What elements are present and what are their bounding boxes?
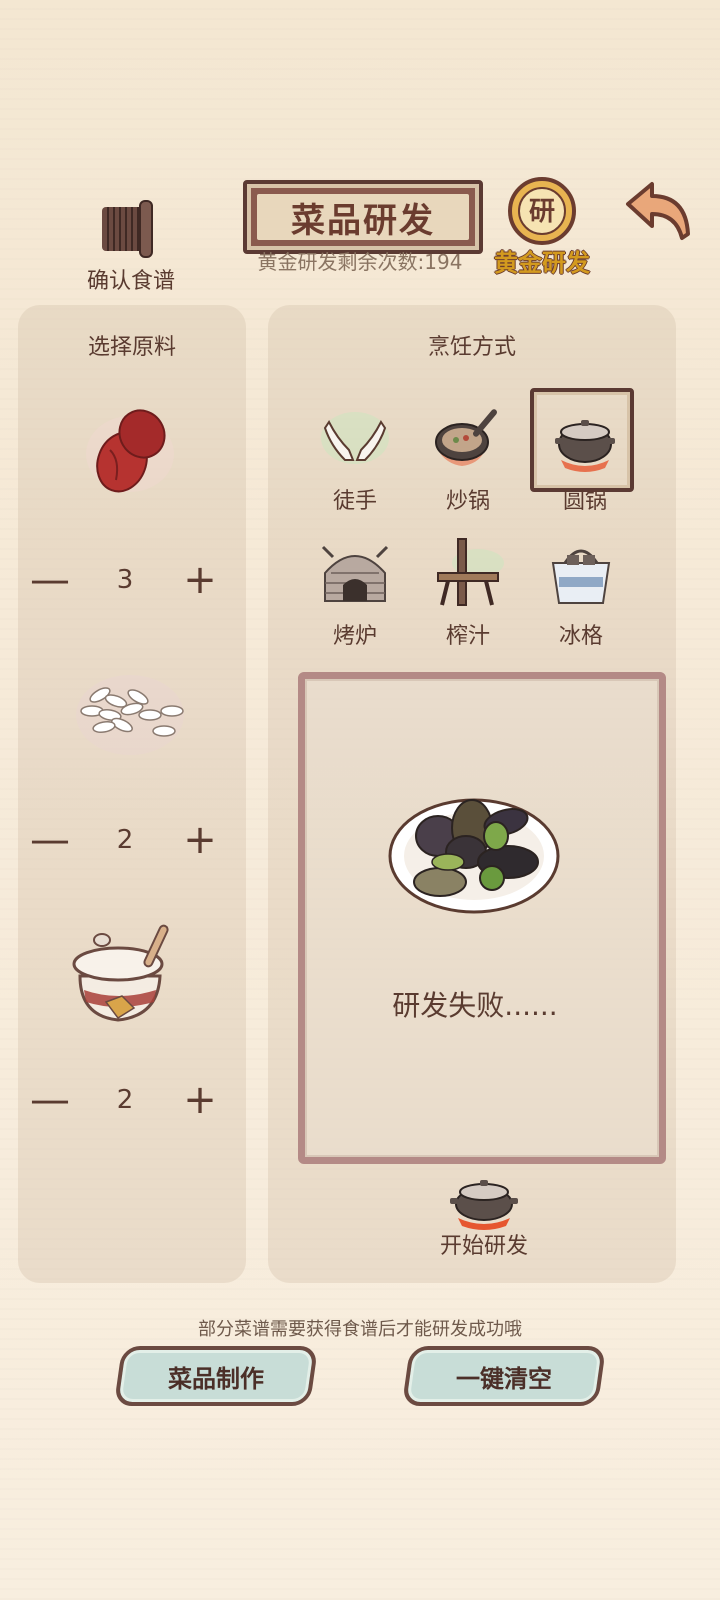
back-arrow-icon	[626, 182, 690, 240]
start-research-label: 开始研发	[439, 1234, 528, 1259]
quantity-value: 3	[116, 565, 134, 595]
hands-icon	[321, 412, 389, 464]
hint-text: 部分菜谱需要获得食谱后才能研发成功哦	[198, 1319, 522, 1340]
sugar-pot-icon	[72, 924, 169, 1022]
cooking-method-oven[interactable]: 烤炉	[300, 533, 410, 653]
clear-all-button[interactable]: 一键清空	[401, 1346, 607, 1406]
page-title: 菜品研发	[291, 200, 435, 241]
gold-research-label: 黄金研发	[494, 249, 590, 277]
red-date-icon	[86, 409, 174, 493]
gold-research-icon: 研	[508, 177, 576, 245]
clear-all-label: 一键清空	[456, 1364, 552, 1393]
cooking-method-wok[interactable]: 炒锅	[413, 398, 523, 518]
round-pot-icon	[555, 420, 615, 472]
juicer-icon	[437, 538, 504, 606]
ice-box-icon	[551, 549, 611, 604]
pot-icon	[450, 1180, 518, 1230]
scroll-icon	[102, 200, 153, 258]
increase-button[interactable]: +	[180, 815, 220, 865]
make-dish-button[interactable]: 菜品制作	[113, 1346, 319, 1406]
start-research-button[interactable]: 开始研发	[428, 1170, 540, 1270]
decrease-button[interactable]: —	[30, 815, 70, 865]
cooking-method-label: 烤炉	[332, 624, 377, 649]
cooking-method-label: 炒锅	[445, 489, 490, 514]
cooking-method-label: 冰格	[558, 624, 603, 649]
page-title-plate: 菜品研发	[243, 180, 483, 254]
rice-icon	[76, 675, 184, 755]
ingredient-item[interactable]	[62, 920, 182, 1040]
ingredient-item[interactable]	[60, 655, 184, 775]
confirm-recipe-label: 确认食谱	[86, 269, 175, 294]
gold-badge-text: 研	[529, 197, 555, 227]
increase-button[interactable]: +	[180, 555, 220, 605]
gold-remaining-count: 黄金研发剩余次数:194	[257, 250, 463, 274]
decrease-button[interactable]: —	[30, 555, 70, 605]
gold-research-button[interactable]: 研 黄金研发	[482, 175, 602, 277]
cooking-method-round-pot[interactable]: 圆锅	[530, 388, 640, 518]
increase-button[interactable]: +	[180, 1075, 220, 1125]
ingredients-panel-title: 选择原料	[87, 335, 176, 360]
quantity-stepper: — 2 +	[20, 1075, 230, 1125]
back-button[interactable]	[622, 178, 698, 246]
wok-icon	[435, 409, 497, 466]
cooking-method-ice-box[interactable]: 冰格	[526, 533, 636, 653]
quantity-stepper: — 3 +	[20, 555, 230, 605]
oven-icon	[321, 545, 389, 602]
quantity-stepper: — 2 +	[20, 815, 230, 865]
cooking-method-hands[interactable]: 徒手	[300, 398, 410, 518]
cooking-method-juicer[interactable]: 榨汁	[413, 533, 523, 653]
decrease-button[interactable]: —	[30, 1075, 70, 1125]
ingredient-item[interactable]	[70, 390, 190, 510]
research-result-text: 研发失败......	[392, 989, 558, 1022]
cooking-panel-title: 烹饪方式	[427, 335, 516, 360]
quantity-value: 2	[116, 825, 134, 855]
make-dish-label: 菜品制作	[168, 1364, 264, 1393]
cooking-method-label: 榨汁	[445, 624, 490, 649]
cooking-method-label: 徒手	[332, 489, 377, 514]
quantity-value: 2	[116, 1085, 134, 1115]
cooking-method-label: 圆锅	[562, 489, 607, 514]
failed-dish-icon	[388, 798, 560, 914]
confirm-recipe-button[interactable]: 确认食谱	[78, 195, 184, 305]
